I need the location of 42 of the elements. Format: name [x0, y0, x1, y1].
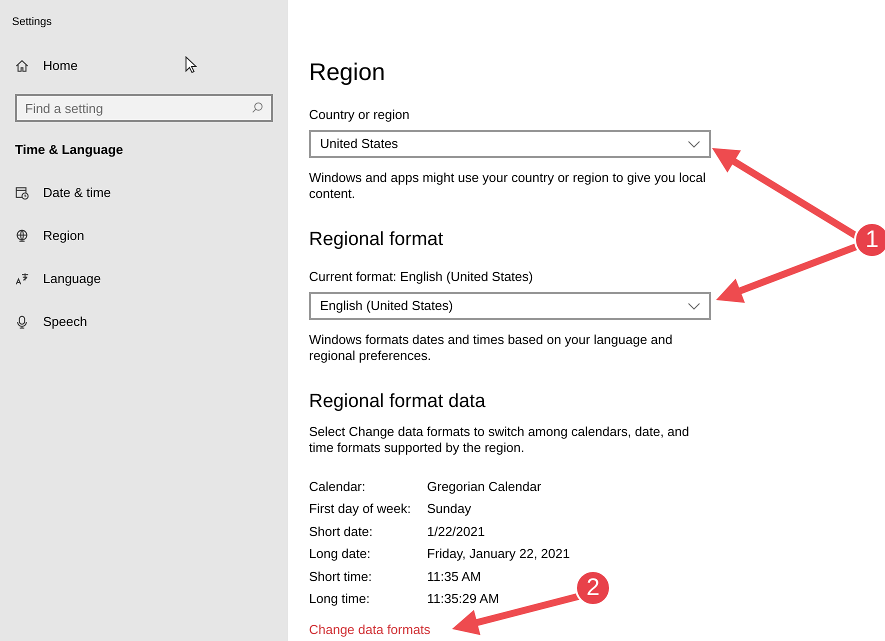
sidebar-nav-item[interactable]: Language: [15, 270, 273, 288]
sidebar-nav-item[interactable]: Speech: [15, 313, 273, 331]
format-label: Short date:: [309, 522, 374, 541]
format-value: Friday, January 22, 2021: [427, 545, 570, 564]
chevron-down-icon: [688, 302, 700, 310]
format-label: Long date:: [309, 545, 372, 564]
home-icon: [15, 59, 29, 73]
section-heading: Time & Language: [15, 141, 124, 159]
search-icon: [252, 102, 263, 113]
change-formats-link[interactable]: Change data formats: [309, 621, 430, 640]
language-icon: [15, 272, 29, 286]
chevron-down-icon: [688, 140, 700, 148]
step-badge: 1: [854, 222, 885, 258]
format-value: Sunday: [427, 500, 472, 518]
format-value: 1/22/2021: [427, 522, 485, 541]
description-text: Select Change data formats to switch among calendars, date, and time formats supported by the region.: [309, 424, 690, 456]
field-label: Country or region: [309, 106, 410, 124]
section-heading: Regional format: [309, 228, 444, 252]
country-dropdown[interactable]: United States: [309, 130, 711, 158]
format-label: Long time:: [309, 590, 371, 608]
format-label: Short time:: [309, 568, 373, 586]
home-nav-item[interactable]: Home: [15, 57, 273, 75]
format-value: 11:35:29 AM: [427, 590, 500, 608]
format-value: Gregorian Calendar: [427, 478, 542, 496]
format-dropdown[interactable]: English (United States): [309, 292, 711, 320]
mouse-cursor-icon: [185, 56, 197, 74]
step-badge: 2: [575, 570, 611, 606]
description-text: Windows and apps might use your country or region to give you local content.: [309, 170, 707, 202]
calendar-clock-icon: [15, 186, 29, 200]
page-title: Region: [309, 58, 386, 88]
window-title: Settings: [12, 15, 53, 29]
sidebar-nav-item[interactable]: Date & time: [15, 184, 273, 202]
format-value: 11:35 AM: [427, 568, 481, 586]
format-label: First day of week:: [309, 500, 412, 518]
format-label: Calendar:: [309, 478, 366, 496]
description-text: Windows formats dates and times based on your language and regional preferences.: [309, 332, 674, 364]
field-label: Current format: English (United States): [309, 268, 534, 286]
globe-icon: [15, 229, 29, 243]
search-field[interactable]: Find a setting: [15, 94, 273, 122]
microphone-icon: [15, 315, 29, 329]
section-heading: Regional format data: [309, 390, 486, 414]
sidebar-nav-item[interactable]: Region: [15, 227, 273, 245]
